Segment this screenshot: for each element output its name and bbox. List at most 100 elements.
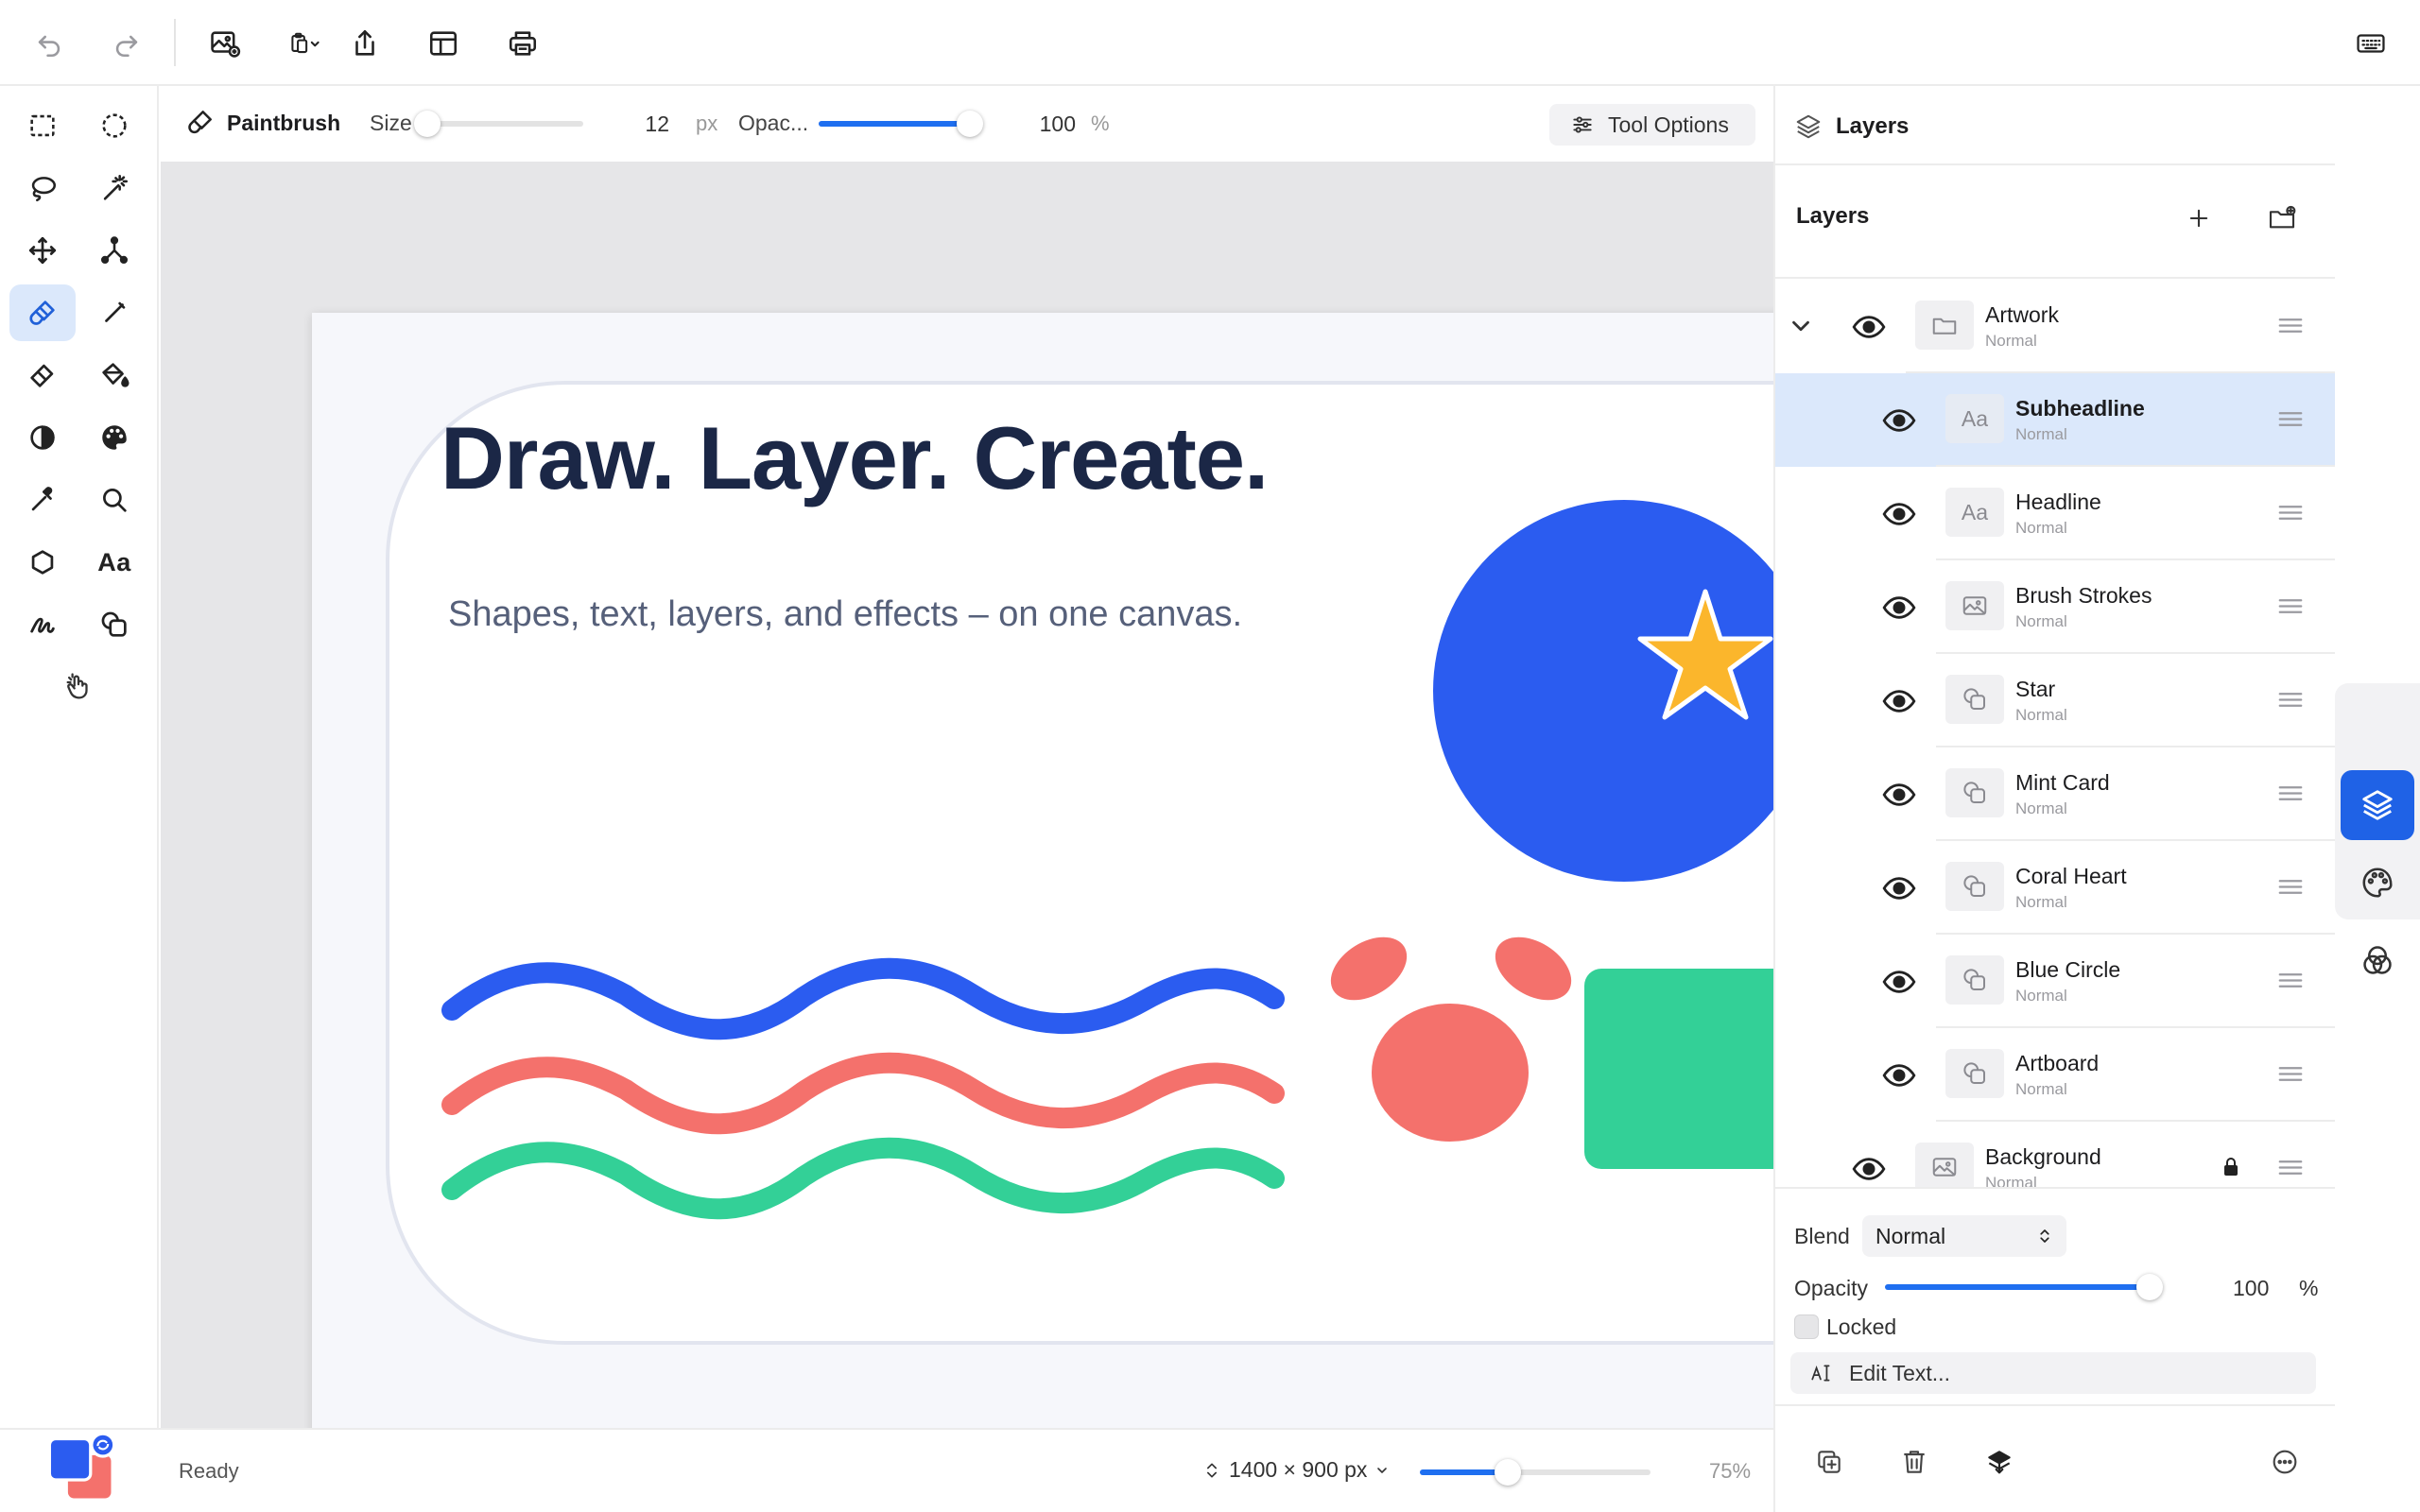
layer-row[interactable]: Coral Heart Normal — [1775, 841, 2337, 935]
delete-layer-button[interactable] — [1891, 1438, 1938, 1486]
size-slider-knob[interactable] — [414, 111, 441, 137]
color-palette-tool[interactable] — [81, 409, 147, 466]
brush-stroke-mint[interactable] — [441, 1137, 1285, 1220]
layer-row[interactable]: Aa Headline Normal — [1775, 467, 2337, 560]
drag-handle-icon[interactable] — [2276, 1156, 2305, 1180]
layer-row[interactable]: Mint Card Normal — [1775, 747, 2337, 841]
eye-icon[interactable] — [1881, 683, 1917, 719]
drag-handle-icon[interactable] — [2276, 407, 2305, 432]
drag-handle-icon[interactable] — [2276, 501, 2305, 525]
smudge-tool[interactable] — [9, 596, 76, 653]
drag-handle-icon[interactable] — [2276, 1062, 2305, 1087]
mint-card[interactable] — [1584, 969, 1773, 1169]
redo-icon — [115, 35, 138, 58]
chevron-down-icon[interactable] — [1787, 312, 1815, 340]
document-size-menu[interactable]: 1400 × 900 px — [1202, 1457, 1390, 1483]
eye-icon[interactable] — [1851, 309, 1887, 345]
eraser-tool[interactable] — [9, 347, 76, 404]
locked-checkbox[interactable] — [1794, 1314, 1819, 1339]
blend-mode-value: Normal — [1876, 1224, 1946, 1248]
drag-handle-icon[interactable] — [2276, 969, 2305, 993]
color-swatches-icon[interactable] — [45, 1433, 117, 1504]
opacity-slider[interactable] — [819, 111, 983, 137]
opacity-unit: % — [1091, 112, 1110, 135]
layer-opacity-slider[interactable] — [1885, 1274, 2163, 1300]
add-layer-button[interactable] — [2172, 192, 2225, 245]
eye-icon[interactable] — [1881, 403, 1917, 438]
layer-row[interactable]: Star Normal — [1775, 654, 2337, 747]
drag-handle-icon[interactable] — [2276, 594, 2305, 619]
layer-name: Headline — [2015, 490, 2101, 514]
brush-stroke-coral[interactable] — [441, 1052, 1285, 1135]
lasso-tool[interactable] — [9, 160, 76, 216]
brush-stroke-blue[interactable] — [441, 957, 1285, 1040]
eye-icon[interactable] — [1881, 777, 1917, 813]
layer-row[interactable]: Brush Strokes Normal — [1775, 560, 2337, 654]
print-button[interactable] — [496, 19, 549, 68]
edit-text-button[interactable]: Edit Text... — [1790, 1352, 2316, 1394]
opacity-field[interactable]: 100 — [993, 103, 1087, 145]
opacity-slider-knob[interactable] — [957, 111, 983, 137]
drag-handle-icon[interactable] — [2276, 875, 2305, 900]
artboard[interactable]: Draw. Layer. Create. Shapes, text, layer… — [312, 313, 1773, 1428]
drag-handle-icon[interactable] — [2276, 314, 2305, 338]
eye-icon[interactable] — [1881, 1057, 1917, 1093]
text-tool[interactable]: Aa — [81, 534, 147, 591]
zoom-slider[interactable] — [1420, 1459, 1651, 1486]
shape-tool[interactable] — [9, 534, 76, 591]
canvas-viewport[interactable]: Draw. Layer. Create. Shapes, text, layer… — [161, 162, 1773, 1428]
undo-button[interactable] — [23, 19, 76, 68]
layers-tab[interactable] — [2341, 770, 2414, 840]
paintbrush-tool[interactable] — [9, 284, 76, 341]
layer-opacity-slider-knob[interactable] — [2136, 1274, 2163, 1300]
colors-tab[interactable] — [2341, 848, 2414, 918]
layer-row[interactable]: Artboard Normal — [1775, 1028, 2337, 1122]
insert-image-button[interactable] — [199, 19, 251, 68]
lock-icon[interactable] — [2221, 1156, 2240, 1178]
layer-row[interactable]: Blue Circle Normal — [1775, 935, 2337, 1028]
blend-mode-select[interactable]: Normal — [1862, 1215, 2066, 1257]
clone-tool[interactable] — [81, 596, 147, 653]
size-label: Size — [370, 111, 412, 135]
merge-layers-button[interactable] — [1976, 1438, 2023, 1486]
coral-heart[interactable] — [1320, 924, 1582, 1142]
pencil-tool[interactable] — [81, 284, 147, 341]
eye-icon[interactable] — [1851, 1151, 1887, 1187]
layers-panel-title: Layers — [1836, 113, 1910, 139]
tool-options-button[interactable]: Tool Options — [1549, 104, 1755, 146]
eyedropper-tool[interactable] — [9, 472, 76, 528]
size-field[interactable]: 12 — [596, 103, 681, 145]
eye-icon[interactable] — [1881, 496, 1917, 532]
share-icon — [355, 29, 374, 56]
layout-button[interactable] — [417, 19, 470, 68]
layer-opacity-value[interactable]: 100 — [2233, 1276, 2269, 1301]
redo-button[interactable] — [100, 19, 153, 68]
effects-tab[interactable] — [2341, 925, 2414, 995]
add-group-button[interactable] — [2256, 192, 2308, 245]
drag-handle-icon[interactable] — [2276, 688, 2305, 713]
eye-icon[interactable] — [1881, 964, 1917, 1000]
paste-menu-button[interactable] — [274, 19, 337, 68]
rect-select-tool[interactable] — [9, 97, 76, 154]
keyboard-button[interactable] — [2344, 19, 2397, 68]
layer-row[interactable]: Aa Subheadline Normal — [1775, 373, 2337, 467]
layers-stack-icon — [1796, 114, 1821, 139]
move-tool[interactable] — [9, 222, 76, 279]
layer-row[interactable]: Background Normal — [1775, 1122, 2337, 1187]
zoom-slider-knob[interactable] — [1494, 1459, 1521, 1486]
eye-icon[interactable] — [1881, 870, 1917, 906]
ellipse-select-tool[interactable] — [81, 97, 147, 154]
eye-icon[interactable] — [1881, 590, 1917, 626]
size-slider[interactable] — [414, 111, 583, 137]
transform-tool[interactable] — [81, 222, 147, 279]
duplicate-layer-button[interactable] — [1806, 1438, 1853, 1486]
paint-bucket-tool[interactable] — [81, 347, 147, 404]
hand-tool[interactable] — [45, 659, 112, 715]
drag-handle-icon[interactable] — [2276, 782, 2305, 806]
share-button[interactable] — [338, 19, 391, 68]
zoom-tool[interactable] — [81, 472, 147, 528]
layer-row[interactable]: Artwork Normal — [1775, 280, 2337, 373]
more-options-button[interactable] — [2261, 1438, 2308, 1486]
magic-wand-tool[interactable] — [81, 160, 147, 216]
contrast-tool[interactable] — [9, 409, 76, 466]
